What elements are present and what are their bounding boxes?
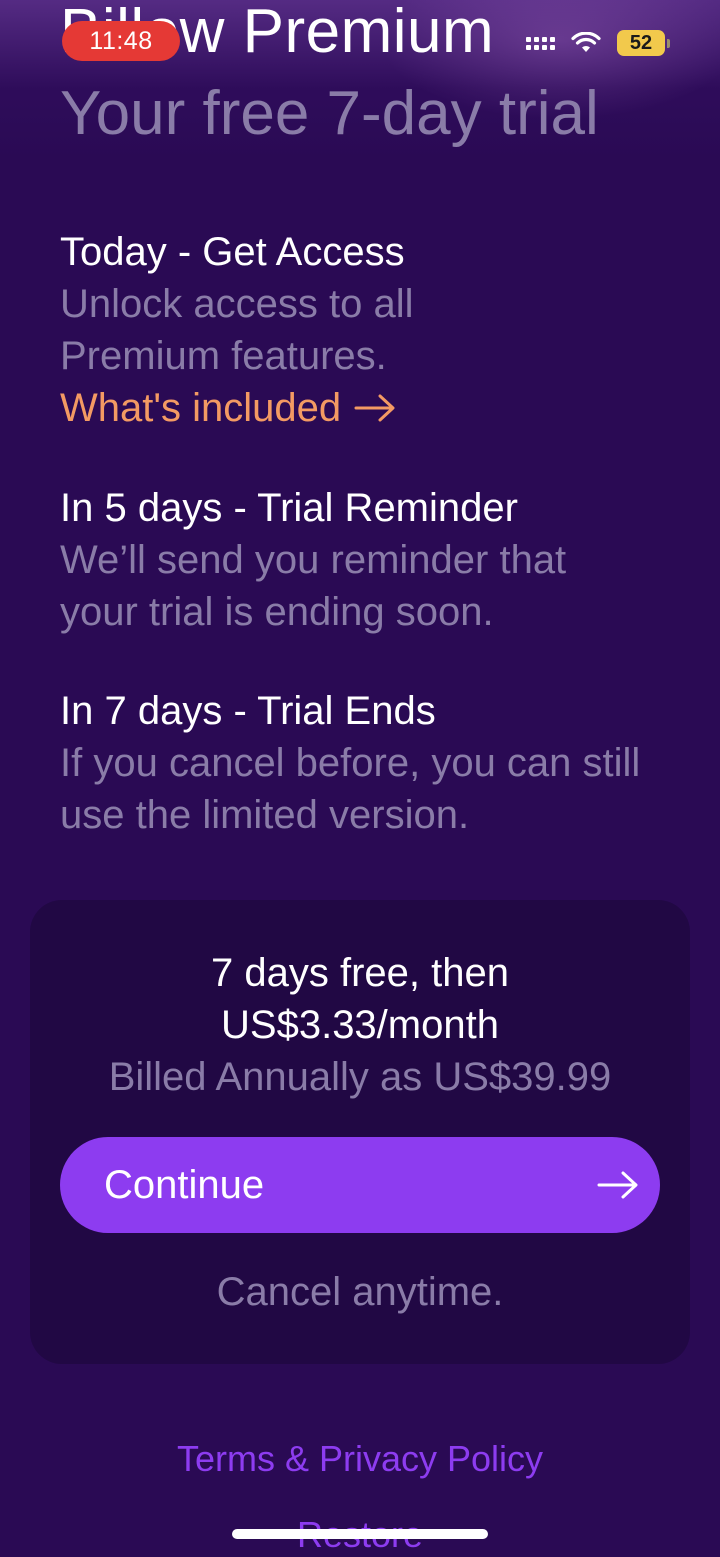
battery-icon: 52 (617, 30, 670, 56)
offer-billing-line: Billed Annually as US$39.99 (108, 1055, 612, 1099)
step-body-line: Premium features. (60, 334, 387, 378)
step-body-line: your trial is ending soon. (60, 590, 494, 634)
whats-included-link[interactable]: What's included (60, 382, 680, 434)
step-heading: In 5 days - Trial Reminder (60, 486, 518, 530)
offer-trial-line: 7 days free, then (211, 951, 509, 995)
arrow-right-icon (597, 1171, 638, 1199)
timeline-step-trial-ends: In 7 days - Trial Ends If you cancel bef… (60, 685, 680, 841)
offer-card: 7 days free, then US$3.33/month Billed A… (30, 900, 690, 1364)
step-heading: In 7 days - Trial Ends (60, 689, 436, 733)
page-subtitle: Your free 7-day trial (60, 79, 599, 148)
step-body-line: Unlock access to all (60, 282, 414, 326)
step-heading: Today - Get Access (60, 230, 405, 274)
arrow-right-icon (354, 394, 395, 422)
status-time[interactable]: 11:48 (62, 21, 180, 61)
wifi-icon (571, 32, 601, 52)
continue-label: Continue (104, 1162, 265, 1207)
step-body-line: We’ll send you reminder that (60, 538, 567, 582)
offer-price-line: US$3.33/month (221, 1003, 499, 1047)
home-indicator[interactable] (232, 1529, 488, 1539)
cellular-signal-icon (526, 36, 555, 50)
whats-included-label: What's included (60, 386, 342, 430)
timeline-step-today: Today - Get Access Unlock access to all … (60, 226, 680, 434)
cancel-anytime-note: Cancel anytime. (216, 1270, 504, 1314)
status-icons: 52 (526, 30, 670, 56)
step-body-line: If you cancel before, you can still (60, 741, 641, 785)
terms-privacy-link[interactable]: Terms & Privacy Policy (0, 1438, 720, 1480)
continue-button[interactable]: Continue (60, 1137, 660, 1233)
timeline-step-reminder: In 5 days - Trial Reminder We’ll send yo… (60, 482, 680, 638)
step-body-line: use the limited version. (60, 793, 470, 837)
